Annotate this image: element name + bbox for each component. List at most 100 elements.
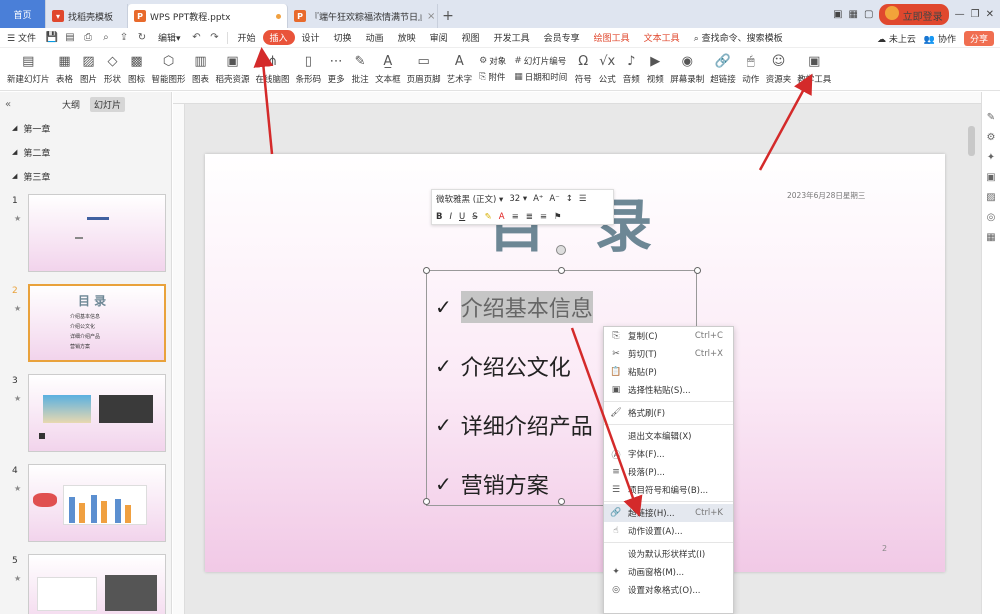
- slide-thumb-1[interactable]: 1 ★: [6, 194, 166, 274]
- audio-button[interactable]: ♪ 音频: [622, 49, 640, 91]
- save-icon[interactable]: 💾: [46, 32, 58, 44]
- smartart-button[interactable]: ⬡ 智能图形: [152, 49, 186, 91]
- context-item[interactable]: 设为默认形状样式(I): [604, 545, 733, 563]
- resource-button[interactable]: ☺ 资源夹: [766, 49, 792, 91]
- chart-button[interactable]: ▥ 图表: [192, 49, 210, 91]
- grid-icon[interactable]: ▦: [986, 232, 995, 243]
- section-3[interactable]: ◢ 第三章: [0, 164, 171, 188]
- slide-thumb-4[interactable]: 4 ★: [6, 464, 166, 544]
- close-icon[interactable]: ×: [427, 11, 435, 22]
- export-icon[interactable]: ⇪: [118, 32, 130, 44]
- context-item[interactable]: ▣ 选择性粘贴(S)...: [604, 381, 733, 399]
- wordart-button[interactable]: A 艺术字: [447, 49, 473, 91]
- menu-animation[interactable]: 动画: [359, 31, 391, 44]
- tab-template[interactable]: ▾ 找稻壳模板: [46, 4, 128, 28]
- bullet-text[interactable]: 详细介绍产品: [461, 409, 593, 441]
- print-preview-icon[interactable]: ⌕: [100, 32, 112, 44]
- context-item[interactable]: ≡ 段落(P)...: [604, 463, 733, 481]
- new-slide-button[interactable]: ▤ 新建幻灯片: [7, 49, 50, 91]
- symbol-button[interactable]: Ω 符号: [574, 49, 592, 91]
- line-spacing-icon[interactable]: ↕: [566, 194, 573, 204]
- menu-view[interactable]: 视图: [455, 31, 487, 44]
- barcode-button[interactable]: ▯ 条形码: [296, 49, 322, 91]
- paragraph-spacing-icon[interactable]: ☰: [579, 194, 587, 204]
- comment-button[interactable]: ✎ 批注: [351, 49, 369, 91]
- cloud-status[interactable]: ☁ 未上云: [877, 32, 916, 45]
- menu-member[interactable]: 会员专享: [537, 31, 587, 44]
- format-painter-icon[interactable]: ⚑: [554, 212, 562, 222]
- bullet-4[interactable]: ✓ 营销方案: [435, 468, 549, 500]
- login-button[interactable]: 立即登录: [879, 3, 949, 25]
- menu-drawing-tools[interactable]: 绘图工具: [587, 31, 637, 44]
- menu-start[interactable]: 开始: [231, 31, 263, 44]
- slide-thumb-3[interactable]: 3 ★: [6, 374, 166, 454]
- share-button[interactable]: 分享: [963, 30, 994, 46]
- hyperlink-ribbon-button[interactable]: 🔗 超链接: [710, 49, 736, 91]
- context-item[interactable]: 🔗 超链接(H)... Ctrl+K: [604, 504, 733, 522]
- picture-icon[interactable]: ▨: [986, 192, 995, 203]
- context-item[interactable]: ◎ 设置对象格式(O)...: [604, 581, 733, 599]
- scrollbar-thumb[interactable]: [968, 126, 975, 156]
- section-1[interactable]: ◢ 第一章: [0, 116, 171, 140]
- menu-transition[interactable]: 切换: [327, 31, 359, 44]
- highlight-icon[interactable]: ✎: [485, 212, 492, 222]
- print-icon[interactable]: ⎙: [82, 32, 94, 44]
- menu-design[interactable]: 设计: [295, 31, 327, 44]
- font-select[interactable]: 微软雅黑 (正文) ▾: [436, 193, 503, 205]
- italic-icon[interactable]: I: [449, 212, 452, 222]
- icon-button[interactable]: ▩ 图标: [128, 49, 146, 91]
- align-left-icon[interactable]: ≡: [512, 212, 519, 222]
- textbox-button[interactable]: A̲ 文本框: [375, 49, 401, 91]
- resize-handle[interactable]: [558, 498, 565, 505]
- vertical-scrollbar[interactable]: [968, 118, 975, 614]
- menu-devtools[interactable]: 开发工具: [487, 31, 537, 44]
- attach-button[interactable]: ⎘ 附件: [479, 71, 506, 83]
- context-item[interactable]: ✂ 剪切(T) Ctrl+X: [604, 345, 733, 363]
- picture-button[interactable]: ▨ 图片: [80, 49, 98, 91]
- grid-icon[interactable]: ▦: [849, 9, 858, 20]
- shape-button[interactable]: ◇ 形状: [104, 49, 122, 91]
- redo-icon[interactable]: ↻: [136, 32, 148, 44]
- maximize-icon[interactable]: ❐: [971, 9, 980, 20]
- underline-icon[interactable]: U: [459, 212, 465, 222]
- context-item[interactable]: ⎘ 复制(C) Ctrl+C: [604, 327, 733, 345]
- formula-button[interactable]: √x 公式: [598, 49, 616, 91]
- edit-icon[interactable]: ✎: [987, 112, 995, 123]
- tab-ppt-doc[interactable]: P WPS PPT教程.pptx: [128, 4, 288, 28]
- bullet-text-selected[interactable]: 介绍基本信息: [460, 291, 593, 323]
- bullet-3[interactable]: ✓ 详细介绍产品: [435, 409, 593, 441]
- layout-icon[interactable]: ▣: [986, 172, 995, 183]
- undo-icon[interactable]: ↶: [191, 32, 203, 44]
- tab-home[interactable]: 首页: [0, 0, 46, 28]
- new-tab-icon[interactable]: +: [438, 4, 458, 28]
- resize-handle[interactable]: [423, 267, 430, 274]
- collab-button[interactable]: 👥 协作: [924, 32, 956, 45]
- slidenum-button[interactable]: # 幻灯片编号: [514, 55, 567, 67]
- action-button[interactable]: 🖱 动作: [742, 49, 760, 91]
- file-menu[interactable]: ☰ 文件: [0, 31, 43, 44]
- slide-thumb-5[interactable]: 5 ★: [6, 554, 166, 614]
- layout-icon[interactable]: ▣: [833, 9, 842, 20]
- object-button[interactable]: ⚙ 对象: [479, 55, 506, 67]
- minimize-icon[interactable]: —: [955, 9, 965, 20]
- bullet-1[interactable]: ✓ 介绍基本信息: [435, 291, 593, 323]
- grow-font-icon[interactable]: A⁺: [533, 194, 543, 204]
- shrink-font-icon[interactable]: A⁻: [549, 194, 559, 204]
- teach-button[interactable]: ▣ 教学工具: [797, 49, 831, 91]
- table-button[interactable]: ▦ 表格: [56, 49, 74, 91]
- context-item[interactable]: 🖌 格式刷(F): [604, 404, 733, 422]
- flowchart-button[interactable]: ⋔ 在线脑图: [256, 49, 290, 91]
- section-2[interactable]: ◢ 第二章: [0, 140, 171, 164]
- record-button[interactable]: ◉ 屏幕录制: [670, 49, 704, 91]
- align-center-icon[interactable]: ≣: [526, 212, 533, 222]
- headerfooter-button[interactable]: ▭ 页眉页脚: [407, 49, 441, 91]
- context-item[interactable]: Ⓐ 字体(F)...: [604, 445, 733, 463]
- resize-handle[interactable]: [423, 498, 430, 505]
- slide-date[interactable]: 2023年6月28日星期三: [787, 190, 865, 201]
- more-button[interactable]: ⋯ 更多: [327, 49, 345, 91]
- edit-menu[interactable]: 编辑▾: [151, 31, 188, 44]
- context-item[interactable]: ✦ 动画窗格(M)...: [604, 563, 733, 581]
- search-box[interactable]: ⌕ 查找命令、搜索模板: [687, 31, 790, 44]
- resize-handle[interactable]: [558, 267, 565, 274]
- context-item[interactable]: 退出文本编辑(X): [604, 427, 733, 445]
